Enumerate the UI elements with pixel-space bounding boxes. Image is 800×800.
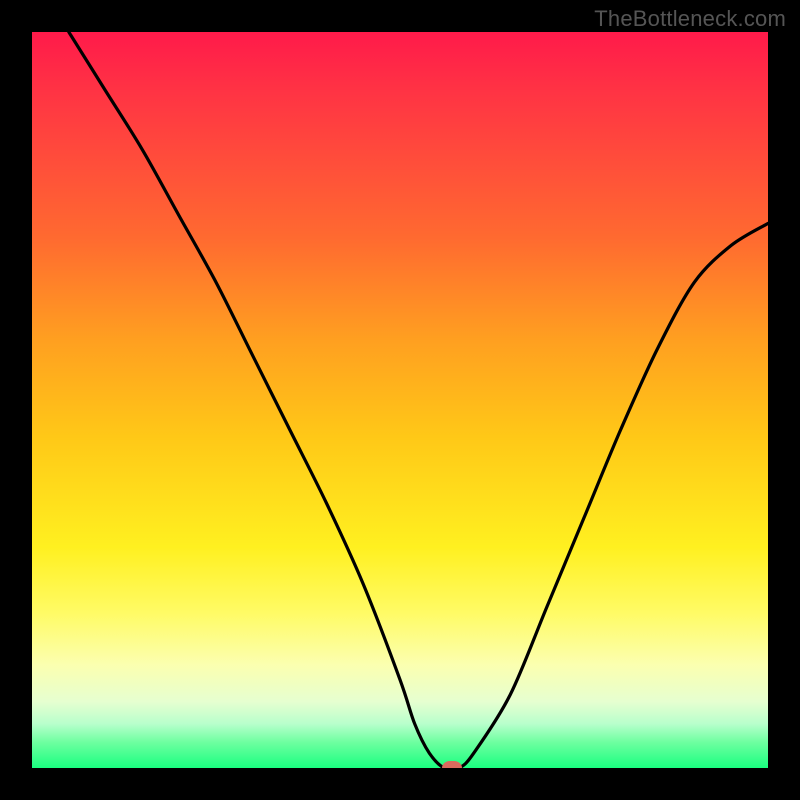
chart-frame: TheBottleneck.com [0, 0, 800, 800]
optimal-marker [442, 761, 462, 768]
bottleneck-curve [69, 32, 768, 768]
plot-area [32, 32, 768, 768]
curve-svg [32, 32, 768, 768]
watermark-text: TheBottleneck.com [594, 6, 786, 32]
